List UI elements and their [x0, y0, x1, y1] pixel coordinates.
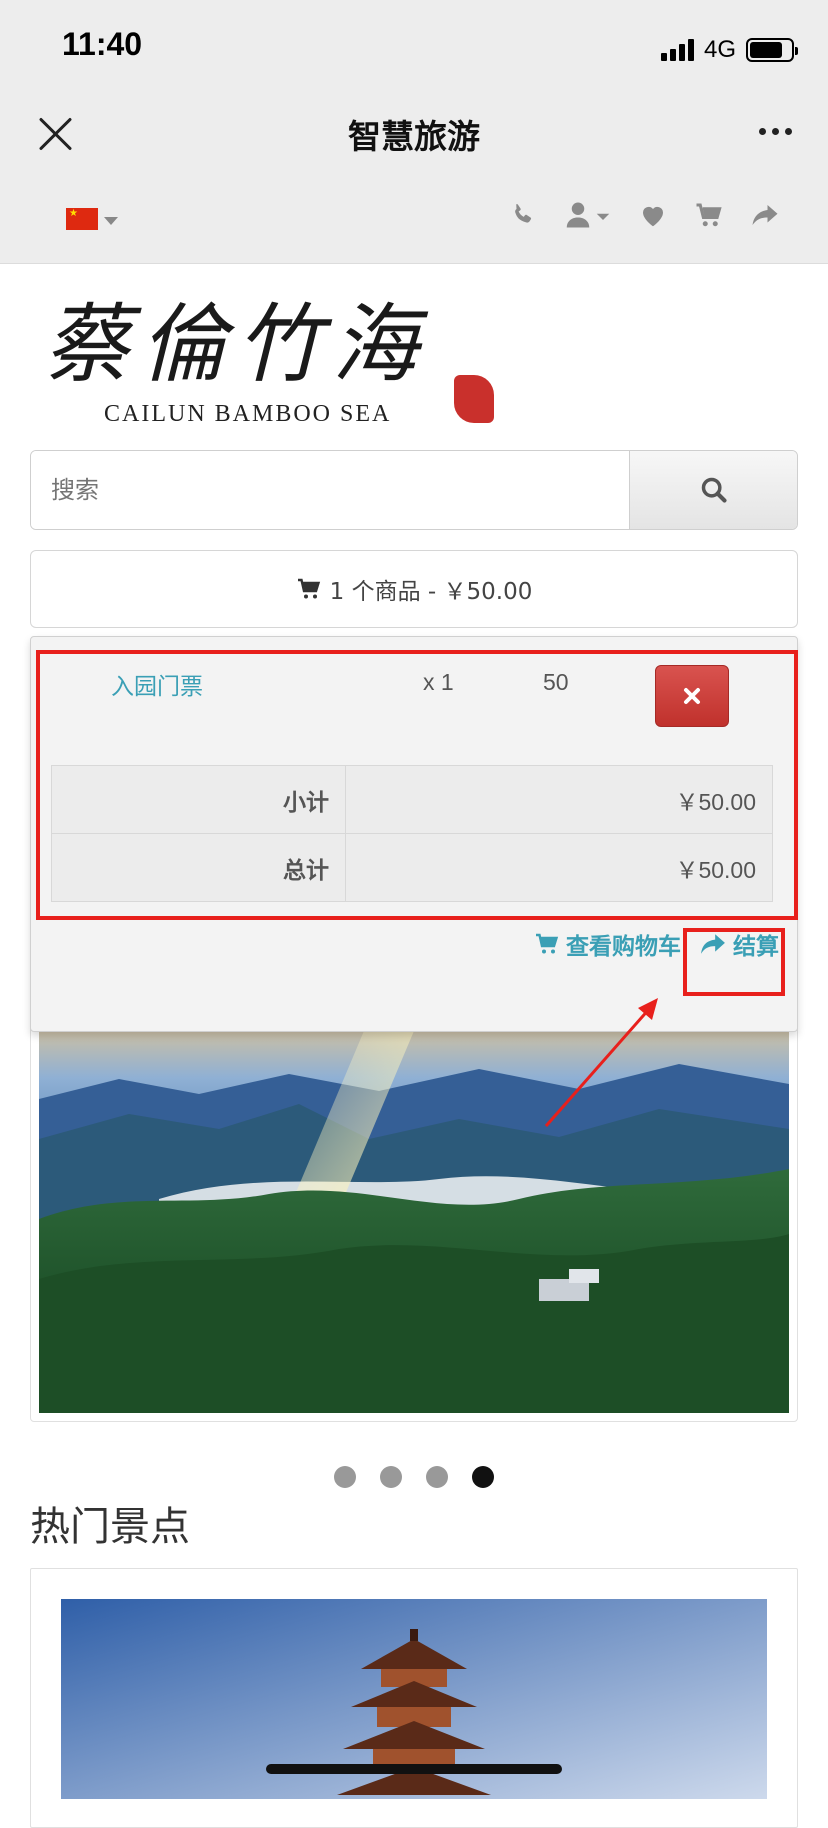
- status-indicators: 4G: [660, 36, 798, 64]
- carousel-dot-4[interactable]: [472, 1466, 494, 1488]
- mountain-landscape-image: [39, 1019, 789, 1413]
- cart-icon: [297, 578, 320, 599]
- phone-icon[interactable]: [508, 200, 538, 230]
- home-indicator: [266, 1764, 562, 1774]
- annotation-highlight-checkout: [683, 928, 785, 996]
- cart-icon[interactable]: [694, 200, 724, 230]
- banner-carousel[interactable]: [30, 1010, 798, 1422]
- header-icon-bar: [508, 200, 780, 230]
- carousel-dot-2[interactable]: [380, 1466, 402, 1488]
- status-bar: 11:40 4G: [0, 0, 828, 96]
- more-options-icon[interactable]: [759, 128, 792, 135]
- status-time: 11:40: [62, 26, 143, 62]
- attraction-card[interactable]: [30, 1568, 798, 1828]
- search-icon: [701, 477, 727, 503]
- battery-icon: [746, 38, 798, 62]
- share-icon[interactable]: [750, 200, 780, 230]
- search-input[interactable]: [31, 451, 629, 529]
- section-title: 热门景点: [30, 1504, 190, 1550]
- annotation-arrow: [544, 998, 658, 1127]
- nav-bar: 智慧旅游 ★: [0, 96, 828, 264]
- signal-icon: [660, 39, 694, 61]
- view-cart-link[interactable]: 查看购物车: [534, 927, 681, 961]
- view-cart-label: 查看购物车: [566, 934, 681, 960]
- user-icon[interactable]: [564, 200, 612, 230]
- carousel-dot-1[interactable]: [334, 1466, 356, 1488]
- site-logo[interactable]: 蔡倫竹海 CAILUN BAMBOO SEA: [44, 295, 504, 435]
- carousel-dot-3[interactable]: [426, 1466, 448, 1488]
- carousel-indicators: [0, 1466, 828, 1488]
- cart-summary-label: 1 个商品 - ￥50.00: [329, 579, 533, 605]
- logo-english-text: CAILUN BAMBOO SEA: [104, 401, 392, 427]
- page-title: 智慧旅游: [348, 117, 480, 156]
- heart-icon[interactable]: [638, 200, 668, 230]
- chevron-down-icon[interactable]: [104, 217, 118, 225]
- network-type: 4G: [703, 36, 736, 63]
- annotation-highlight-cart: [36, 650, 798, 920]
- logo-chinese-text: 蔡倫竹海: [44, 295, 428, 395]
- cart-icon: [536, 933, 559, 954]
- cart-summary-button[interactable]: 1 个商品 - ￥50.00: [30, 550, 798, 628]
- search-button[interactable]: [629, 451, 797, 529]
- search-bar: [30, 450, 798, 530]
- china-flag-icon[interactable]: ★: [66, 208, 98, 230]
- logo-seal: [454, 375, 494, 423]
